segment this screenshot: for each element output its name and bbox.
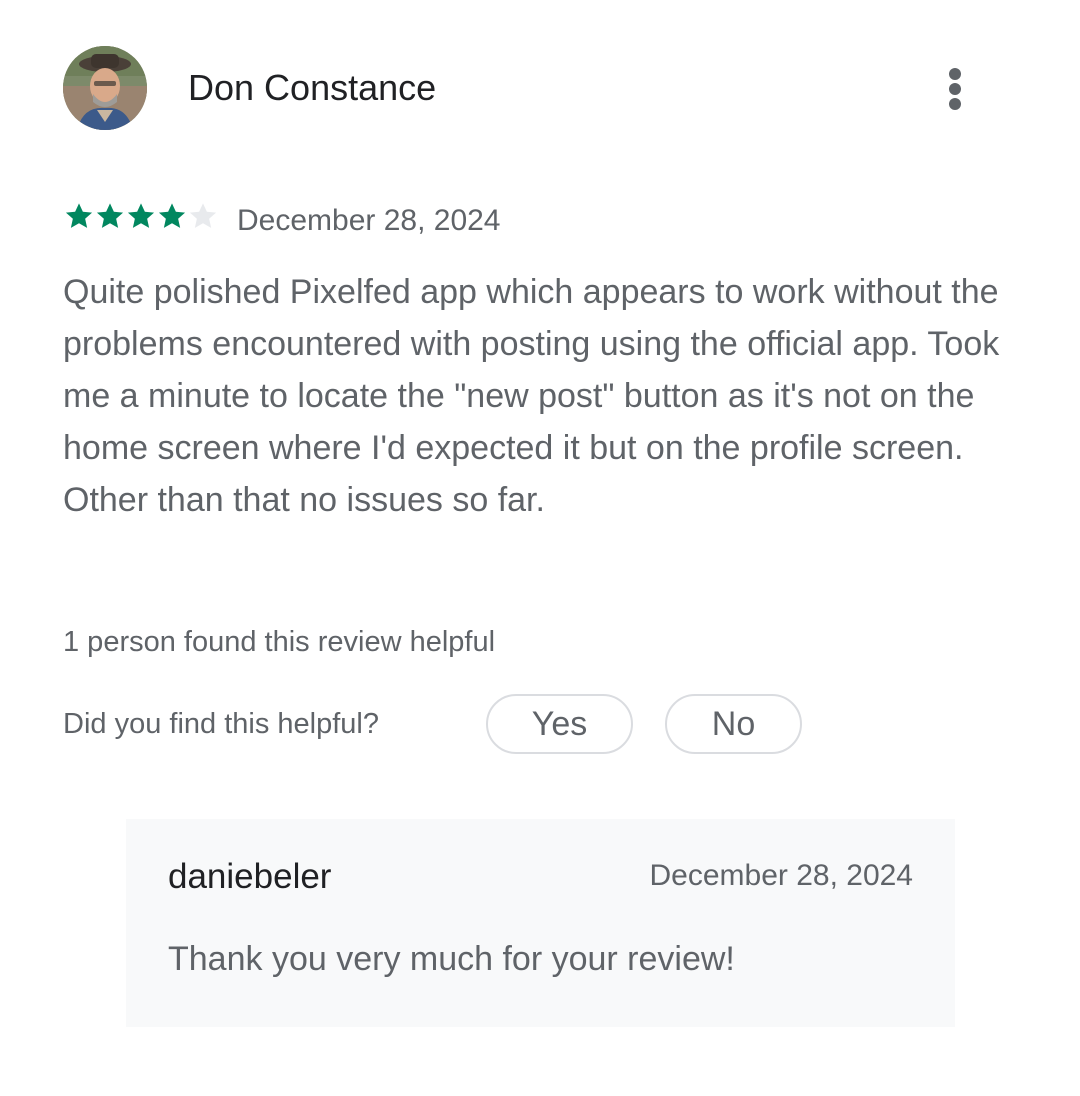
helpful-yes-button[interactable]: Yes — [486, 694, 633, 754]
helpful-count: 1 person found this review helpful — [63, 626, 496, 658]
developer-reply: daniebeler December 28, 2024 Thank you v… — [126, 819, 955, 1027]
review-date: December 28, 2024 — [237, 204, 501, 237]
review-header: Don Constance — [63, 46, 983, 130]
star-icon — [127, 203, 155, 228]
review-text: Quite polished Pixelfed app which appear… — [63, 273, 1000, 519]
reply-text: Thank you very much for your review! — [168, 940, 735, 978]
review-card: Don Constance December 28, 2024 Quite po… — [0, 0, 1080, 1096]
avatar — [63, 46, 147, 130]
more-vert-icon — [949, 68, 961, 80]
star-icon — [158, 203, 186, 228]
star-icon — [96, 203, 124, 228]
reply-date: December 28, 2024 — [649, 859, 914, 892]
more-vert-icon-dot — [949, 83, 961, 95]
star-icon — [189, 203, 217, 228]
helpful-no-button[interactable]: No — [665, 694, 802, 754]
review-author: Don Constance — [188, 67, 437, 108]
reply-author: daniebeler — [168, 857, 332, 896]
rating-row: December 28, 2024 — [63, 200, 963, 240]
helpful-question: Did you find this helpful? — [63, 708, 379, 740]
user-photo-avatar-icon — [63, 46, 147, 130]
star-icon — [65, 203, 93, 228]
more-options-button[interactable] — [931, 62, 979, 116]
more-vert-icon-dot — [949, 98, 961, 110]
